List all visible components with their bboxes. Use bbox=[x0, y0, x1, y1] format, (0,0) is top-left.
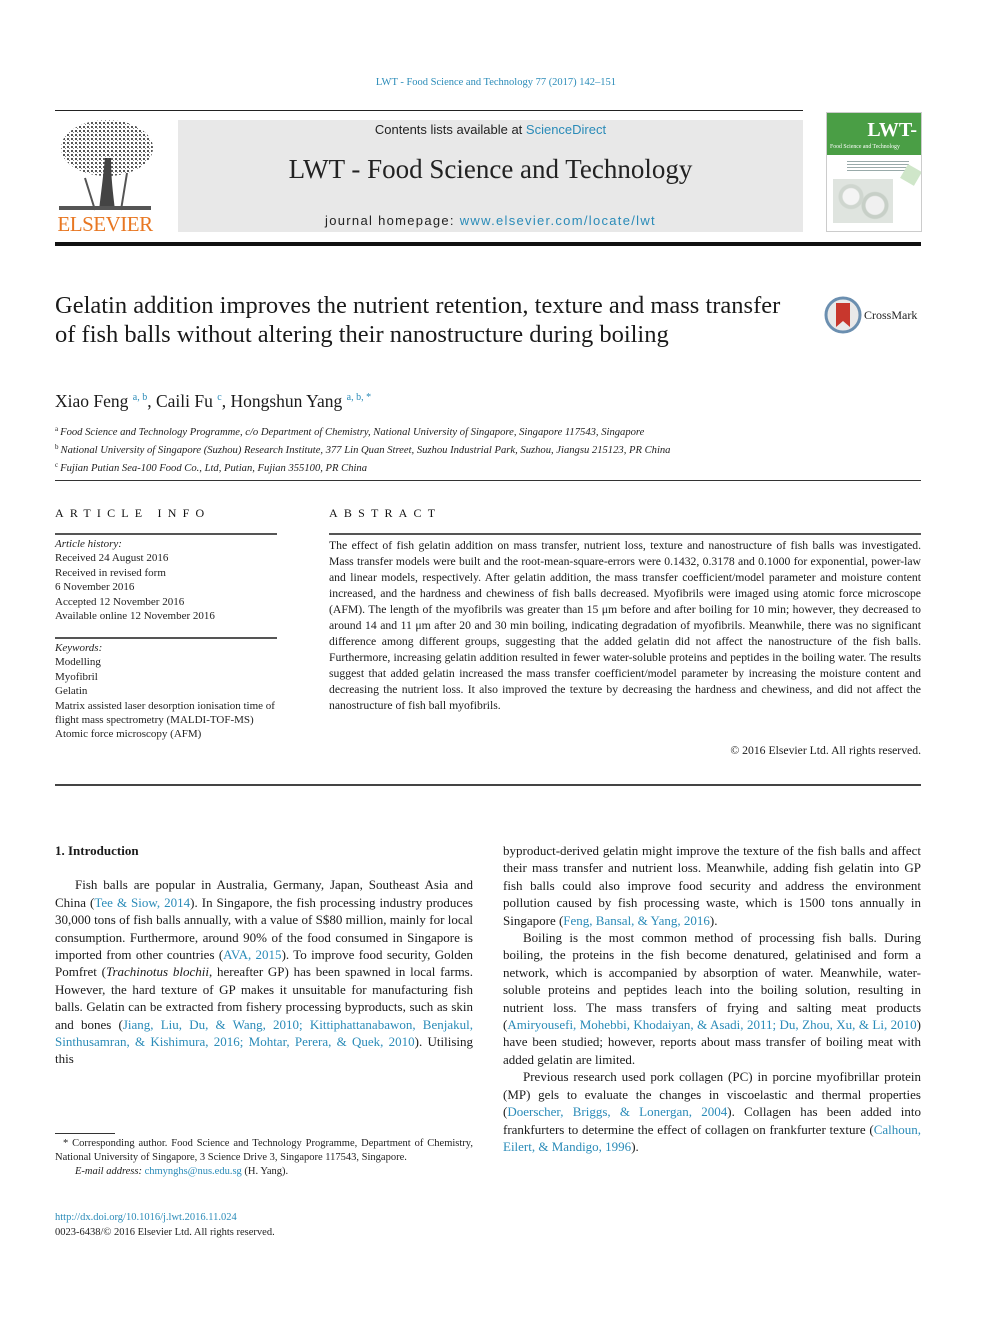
author-name[interactable]: Hongshun Yang bbox=[230, 391, 342, 411]
author-separator: , bbox=[147, 391, 156, 411]
body-column-left: 1. Introduction Fish balls are popular i… bbox=[55, 842, 473, 1068]
keyword: Matrix assisted laser desorption ionisat… bbox=[55, 699, 275, 727]
corresponding-author-footnote: * Corresponding author. Food Science and… bbox=[55, 1137, 473, 1179]
affiliation-key: b bbox=[55, 443, 59, 451]
affiliation-key: c bbox=[55, 461, 59, 469]
citation-link[interactable]: Amiryousefi, Mohebbi, Khodaiyan, & Asadi… bbox=[507, 1017, 916, 1032]
journal-banner: Contents lists available at ScienceDirec… bbox=[178, 120, 803, 232]
elsevier-wordmark: ELSEVIER bbox=[57, 212, 153, 236]
journal-cover-thumbnail[interactable]: LWT- Food Science and Technology bbox=[826, 112, 922, 232]
citation-link[interactable]: AVA, 2015 bbox=[223, 947, 281, 962]
contents-line: Contents lists available at ScienceDirec… bbox=[178, 122, 803, 137]
body-paragraph: byproduct-derived gelatin might improve … bbox=[503, 842, 921, 929]
email-line: E-mail address: chmynghs@nus.edu.sg (H. … bbox=[55, 1165, 473, 1179]
affiliations: a Food Science and Technology Programme, … bbox=[55, 422, 670, 476]
email-link[interactable]: chmynghs@nus.edu.sg bbox=[145, 1166, 242, 1177]
author-affiliation-marker[interactable]: a, b, * bbox=[347, 392, 371, 403]
cover-image bbox=[833, 179, 893, 223]
homepage-line: journal homepage: www.elsevier.com/locat… bbox=[178, 213, 803, 228]
affiliation-text: Food Science and Technology Programme, c… bbox=[60, 427, 645, 438]
issn-line: 0023-6438/© 2016 Elsevier Ltd. All right… bbox=[55, 1227, 275, 1238]
author-list: Xiao Feng a, b, Caili Fu c, Hongshun Yan… bbox=[55, 391, 371, 412]
affiliation: b National University of Singapore (Suzho… bbox=[55, 440, 670, 458]
keyword: Gelatin bbox=[55, 685, 88, 698]
abstract-copyright: © 2016 Elsevier Ltd. All rights reserved… bbox=[730, 744, 921, 757]
crossmark-icon bbox=[824, 296, 862, 334]
cover-subtitle: Food Science and Technology bbox=[830, 144, 900, 150]
section-divider bbox=[55, 480, 921, 481]
article-history-label: Article history: bbox=[55, 538, 122, 550]
affiliation: a Food Science and Technology Programme, … bbox=[55, 422, 670, 440]
keywords-label: Keywords: bbox=[55, 642, 103, 654]
keywords: Keywords: Modelling Myofibril Gelatin Ma… bbox=[55, 641, 277, 742]
article-title: Gelatin addition improves the nutrient r… bbox=[55, 292, 781, 348]
cover-text-lines bbox=[847, 159, 909, 173]
history-entry: Available online 12 November 2016 bbox=[55, 610, 215, 623]
cover-title: LWT- bbox=[867, 119, 917, 141]
section-heading-introduction: 1. Introduction bbox=[55, 843, 139, 858]
tree-icon bbox=[59, 120, 153, 211]
doi-link[interactable]: http://dx.doi.org/10.1016/j.lwt.2016.11.… bbox=[55, 1210, 275, 1225]
history-entry: Accepted 12 November 2016 bbox=[55, 595, 185, 608]
author-name[interactable]: Xiao Feng bbox=[55, 391, 128, 411]
email-suffix: (H. Yang). bbox=[241, 1166, 289, 1177]
right-paragraphs: byproduct-derived gelatin might improve … bbox=[503, 842, 921, 1155]
journal-title: LWT - Food Science and Technology bbox=[288, 154, 693, 184]
history-entry: Received 24 August 2016 bbox=[55, 552, 169, 565]
author-name[interactable]: Caili Fu bbox=[156, 391, 213, 411]
doi-block: http://dx.doi.org/10.1016/j.lwt.2016.11.… bbox=[55, 1210, 275, 1240]
species-name: Trachinotus blochii bbox=[105, 964, 209, 980]
body-paragraph: Previous research used pork collagen (PC… bbox=[503, 1068, 921, 1155]
footnote-rule bbox=[55, 1133, 115, 1134]
affiliation: c Fujian Putian Sea-100 Food Co., Ltd, Pu… bbox=[55, 458, 670, 476]
crossmark-label: CrossMark bbox=[864, 308, 918, 322]
running-head[interactable]: LWT - Food Science and Technology 77 (20… bbox=[0, 77, 992, 88]
crossmark-button[interactable]: CrossMark bbox=[824, 296, 924, 336]
keyword: Myofibril bbox=[55, 670, 98, 683]
keyword: Atomic force microscopy (AFM) bbox=[55, 728, 202, 741]
article-info-heading: ARTICLE INFO bbox=[55, 506, 211, 520]
journal-homepage-link[interactable]: www.elsevier.com/locate/lwt bbox=[460, 213, 656, 228]
sciencedirect-link[interactable]: ScienceDirect bbox=[526, 122, 606, 137]
body-paragraph: Boiling is the most common method of pro… bbox=[503, 929, 921, 1068]
history-entry: 6 November 2016 bbox=[55, 581, 135, 594]
left-paragraphs: Fish balls are popular in Australia, Ger… bbox=[55, 876, 473, 1067]
citation-link[interactable]: Feng, Bansal, & Yang, 2016 bbox=[563, 913, 710, 928]
citation-link[interactable]: Doerscher, Briggs, & Lonergan, 2004 bbox=[507, 1104, 727, 1119]
body-paragraph: Fish balls are popular in Australia, Ger… bbox=[55, 876, 473, 1067]
cover-banner: LWT- Food Science and Technology bbox=[827, 113, 921, 155]
article-info-rule bbox=[55, 533, 277, 535]
author-affiliation-marker[interactable]: a, b bbox=[133, 392, 147, 403]
email-label: E-mail address: bbox=[75, 1166, 142, 1177]
front-matter-divider bbox=[55, 784, 921, 786]
affiliation-text: National University of Singapore (Suzhou… bbox=[60, 445, 671, 456]
header-rule bbox=[55, 110, 803, 111]
affiliation-text: Fujian Putian Sea-100 Food Co., Ltd, Put… bbox=[60, 463, 368, 474]
paragraph-text: ). bbox=[631, 1138, 639, 1154]
citation-link[interactable]: Tee & Siow, 2014 bbox=[94, 895, 190, 910]
homepage-prefix: journal homepage: bbox=[325, 213, 460, 228]
keywords-rule bbox=[55, 637, 277, 639]
corresponding-author-text: * Corresponding author. Food Science and… bbox=[55, 1138, 473, 1163]
paragraph-text: ). bbox=[709, 912, 718, 928]
article-history: Article history: Received 24 August 2016… bbox=[55, 537, 215, 623]
abstract-heading: ABSTRACT bbox=[329, 506, 442, 520]
contents-prefix: Contents lists available at bbox=[374, 122, 526, 137]
masthead-bar bbox=[55, 242, 921, 246]
body-column-right: byproduct-derived gelatin might improve … bbox=[503, 842, 921, 1155]
history-entry: Received in revised form bbox=[55, 566, 166, 579]
affiliation-key: a bbox=[55, 425, 59, 433]
abstract-text: The effect of fish gelatin addition on m… bbox=[329, 539, 921, 712]
abstract-rule bbox=[329, 533, 921, 535]
keyword: Modelling bbox=[55, 656, 101, 669]
